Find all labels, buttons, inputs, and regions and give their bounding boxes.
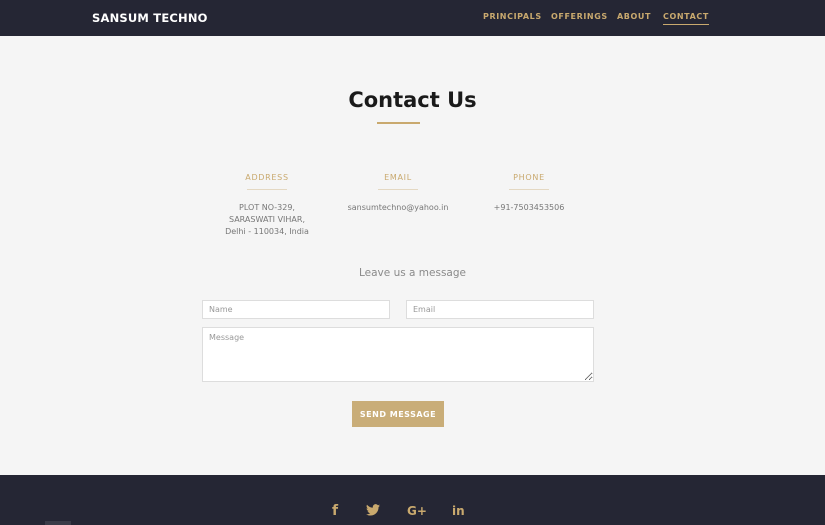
phone-heading: PHONE — [513, 173, 545, 182]
address-heading: ADDRESS — [245, 173, 289, 182]
email-block: EMAIL sansumtechno@yahoo.in — [333, 173, 463, 214]
form-intro: Leave us a message — [359, 267, 466, 279]
address-line-2: SARASWATI VIHAR, — [228, 215, 306, 224]
title-divider — [377, 122, 420, 124]
brand-logo[interactable]: SANSUM TECHNO — [92, 11, 208, 25]
footer: f G+ in — [0, 475, 825, 525]
email-value[interactable]: sansumtechno@yahoo.in — [333, 202, 463, 214]
address-divider — [247, 189, 287, 190]
linkedin-icon[interactable]: in — [452, 504, 465, 518]
phone-block: PHONE +91-7503453506 — [464, 173, 594, 214]
send-message-button[interactable]: SEND MESSAGE — [352, 401, 444, 427]
top-navbar: SANSUM TECHNO PRINCIPALS OFFERINGS ABOUT… — [0, 0, 825, 36]
phone-value[interactable]: +91-7503453506 — [464, 202, 594, 214]
twitter-icon-glyph — [366, 504, 380, 516]
name-input[interactable] — [202, 300, 390, 319]
facebook-icon[interactable]: f — [332, 503, 338, 519]
nav-link-principals[interactable]: PRINCIPALS — [483, 12, 542, 21]
email-input[interactable] — [406, 300, 594, 319]
scrollbar-thumb[interactable] — [45, 521, 71, 525]
nav-link-offerings[interactable]: OFFERINGS — [551, 12, 608, 21]
address-line-3: Delhi - 110034, India — [225, 227, 309, 236]
email-divider — [378, 189, 418, 190]
nav-link-about[interactable]: ABOUT — [617, 12, 651, 21]
address-line-1: PLOT NO-329, — [239, 203, 295, 212]
phone-divider — [509, 189, 549, 190]
email-heading: EMAIL — [384, 173, 412, 182]
message-textarea[interactable] — [202, 327, 594, 382]
twitter-icon[interactable] — [366, 504, 380, 518]
address-value: PLOT NO-329, SARASWATI VIHAR, Delhi - 11… — [202, 202, 332, 238]
google-plus-icon[interactable]: G+ — [407, 504, 427, 518]
page-title: Contact Us — [348, 88, 477, 112]
nav-link-contact[interactable]: CONTACT — [663, 12, 709, 25]
address-block: ADDRESS PLOT NO-329, SARASWATI VIHAR, De… — [202, 173, 332, 238]
